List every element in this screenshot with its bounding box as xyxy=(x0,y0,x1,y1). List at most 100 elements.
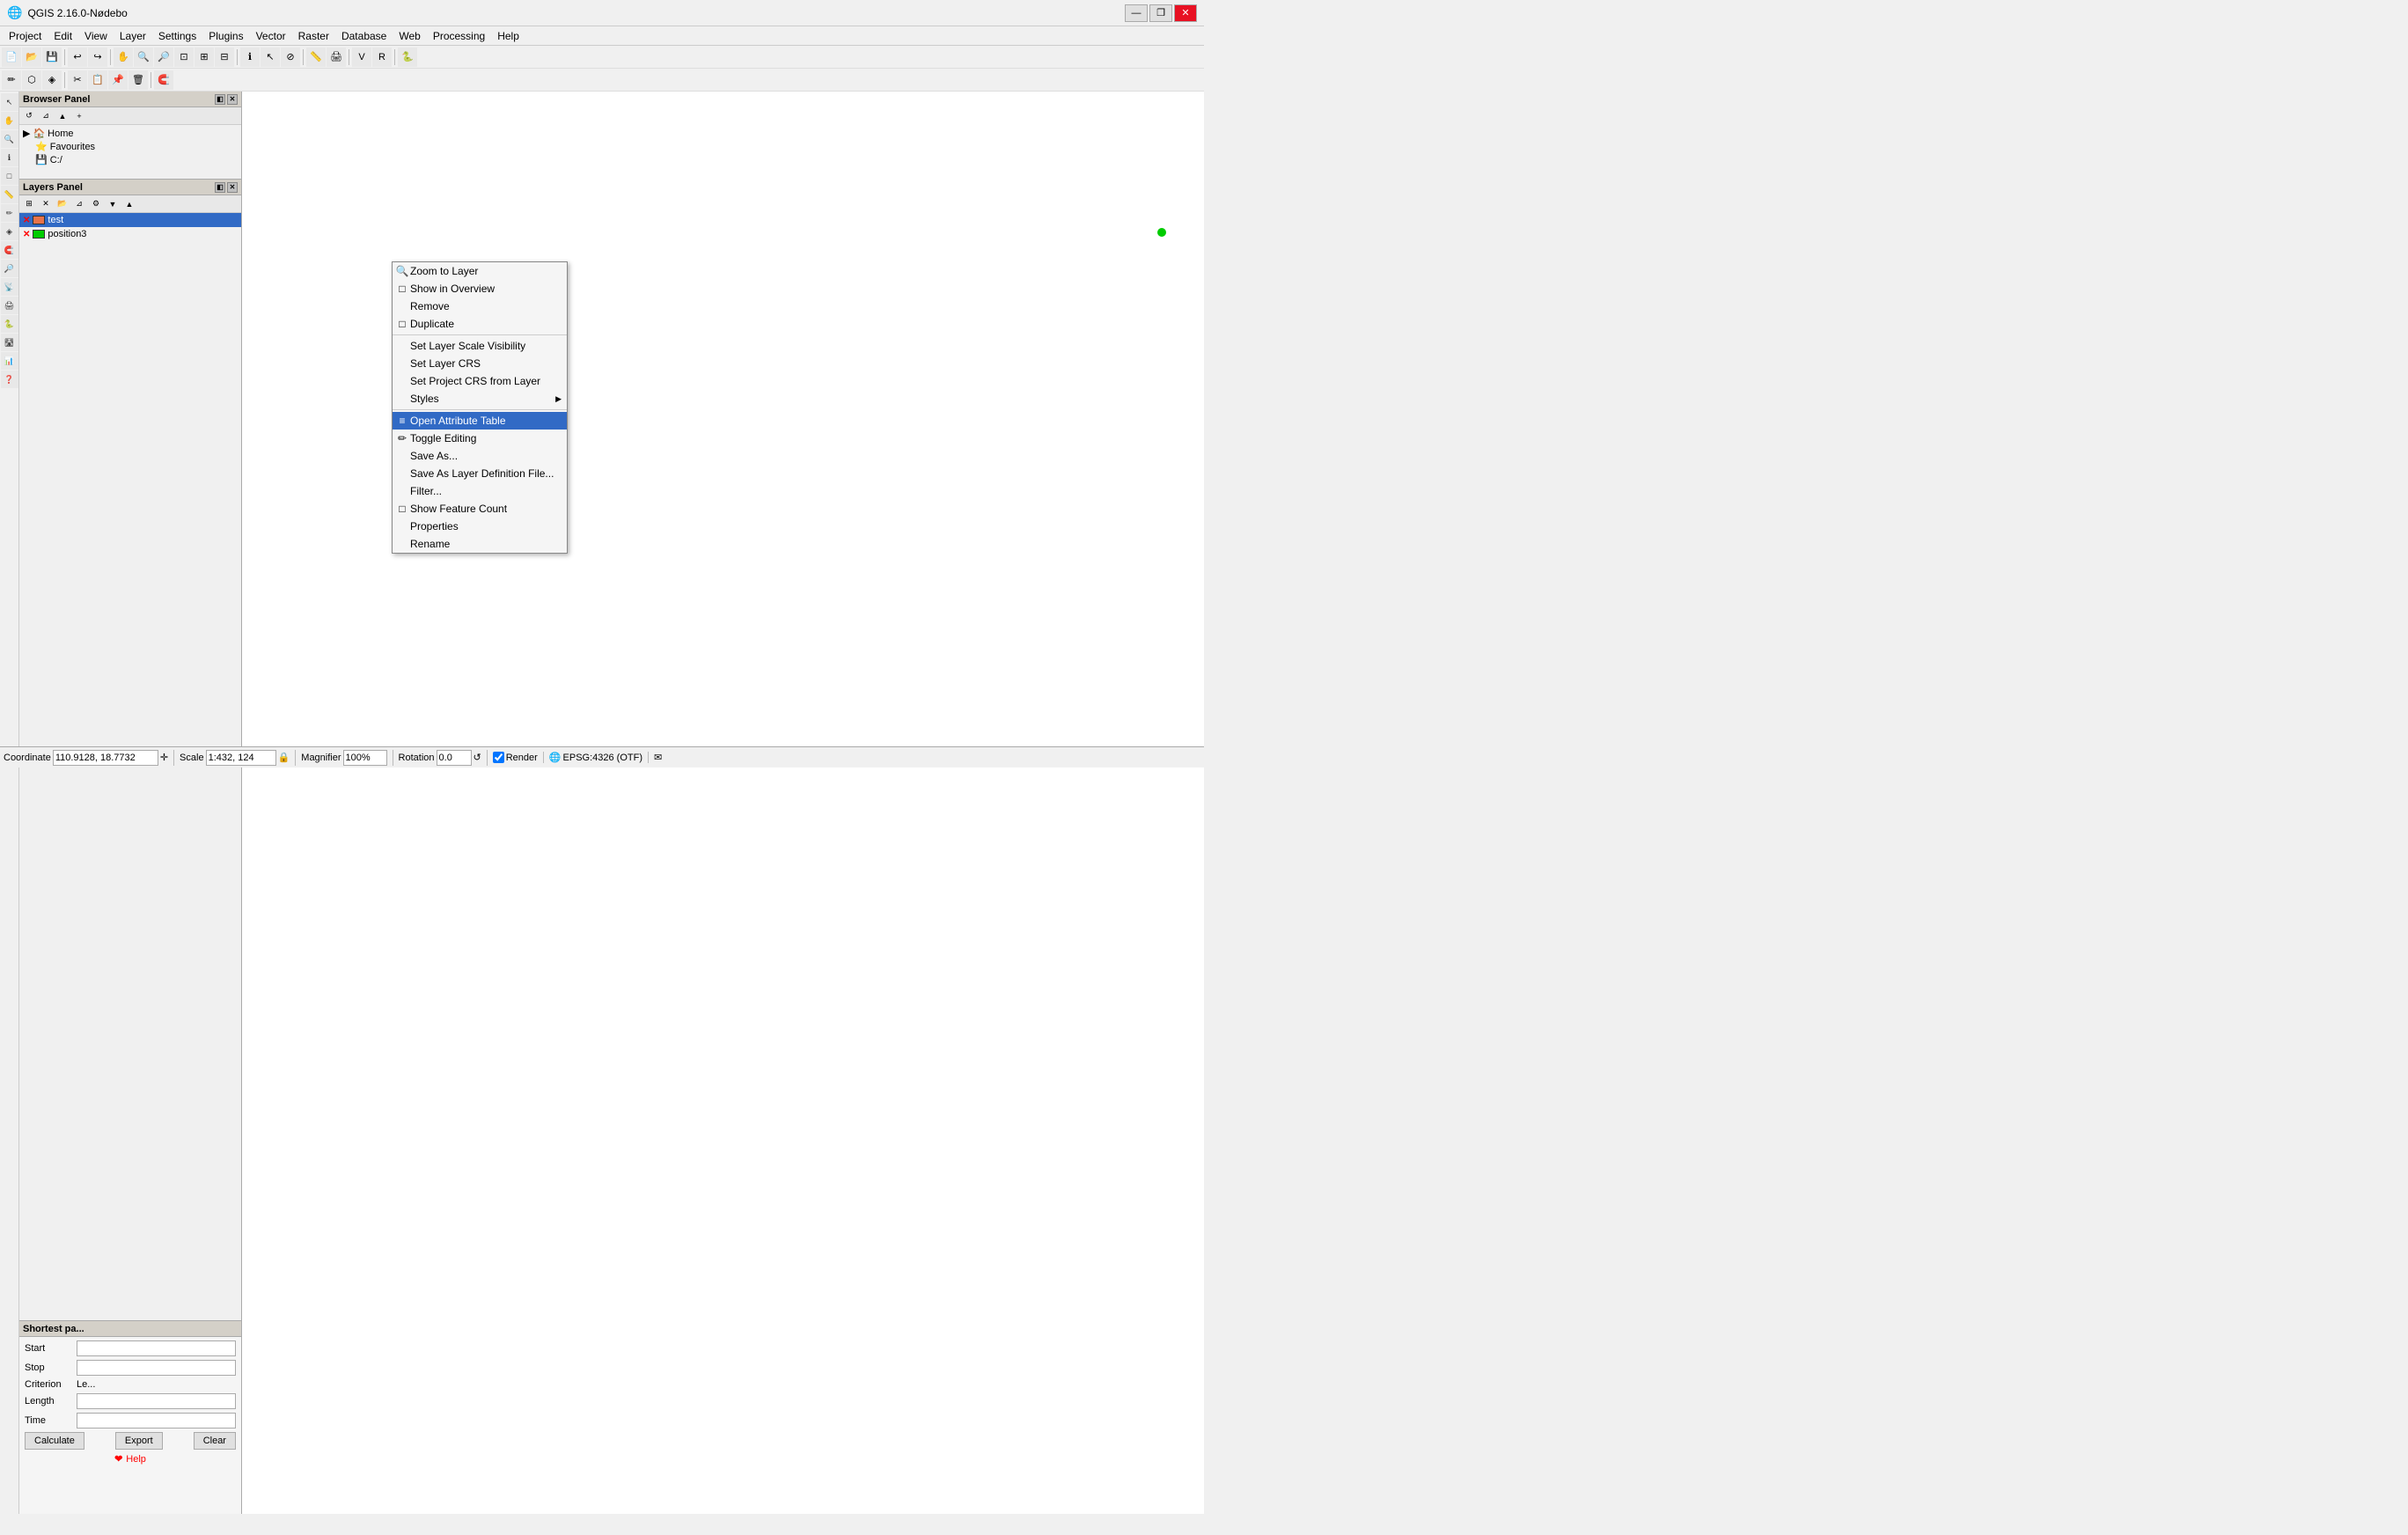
lt-snapping[interactable]: 🧲 xyxy=(1,241,18,259)
lt-search[interactable]: 🔎 xyxy=(1,260,18,277)
add-vector-btn[interactable]: V xyxy=(352,48,371,67)
new-project-btn[interactable]: 📄 xyxy=(2,48,21,67)
browser-refresh-btn[interactable]: ↺ xyxy=(21,108,37,124)
sp-start-input[interactable] xyxy=(77,1340,236,1356)
zoom-out-btn[interactable]: 🔎 xyxy=(154,48,173,67)
ctx-rename[interactable]: Rename xyxy=(393,535,567,553)
browser-close-btn[interactable]: ✕ xyxy=(227,94,238,105)
layers-filter-btn[interactable]: ⊿ xyxy=(71,196,87,212)
coordinate-input[interactable] xyxy=(53,750,158,766)
maximize-button[interactable]: ❐ xyxy=(1149,4,1172,22)
browser-tree-home[interactable]: ▶ 🏠 Home xyxy=(23,127,238,140)
lt-zoom[interactable]: 🔍 xyxy=(1,130,18,148)
lt-spatial[interactable]: 📊 xyxy=(1,352,18,370)
layers-close-btn[interactable]: ✕ xyxy=(227,182,238,193)
digitize-btn[interactable]: ⬡ xyxy=(22,70,41,90)
lt-pointer[interactable]: ↖ xyxy=(1,93,18,111)
lt-routing[interactable]: 🛣 xyxy=(1,334,18,351)
lt-select[interactable]: □ xyxy=(1,167,18,185)
sp-clear-btn[interactable]: Clear xyxy=(194,1432,236,1450)
layers-collapse-btn[interactable]: ▲ xyxy=(121,196,137,212)
browser-filter-btn[interactable]: ⊿ xyxy=(38,108,54,124)
edit-btn[interactable]: ✏ xyxy=(2,70,21,90)
ctx-save-as[interactable]: Save As... xyxy=(393,447,567,465)
sp-calculate-btn[interactable]: Calculate xyxy=(25,1432,84,1450)
lt-digitize[interactable]: ✏ xyxy=(1,204,18,222)
lock-icon[interactable]: 🔒 xyxy=(278,752,290,763)
browser-add-btn[interactable]: + xyxy=(71,108,87,124)
paste-btn[interactable]: 📌 xyxy=(108,70,128,90)
menu-web[interactable]: Web xyxy=(393,28,425,44)
zoom-layer-btn[interactable]: ⊞ xyxy=(195,48,214,67)
browser-tree-favourites[interactable]: ⭐ Favourites xyxy=(23,140,238,153)
cut-btn[interactable]: ✂ xyxy=(68,70,87,90)
redo-btn[interactable]: ↪ xyxy=(88,48,107,67)
lt-pan[interactable]: ✋ xyxy=(1,112,18,129)
minimize-button[interactable]: — xyxy=(1125,4,1148,22)
layers-add-group-btn[interactable]: ⊞ xyxy=(21,196,37,212)
menu-edit[interactable]: Edit xyxy=(48,28,77,44)
select-btn[interactable]: ↖ xyxy=(261,48,280,67)
menu-view[interactable]: View xyxy=(79,28,113,44)
pan-btn[interactable]: ✋ xyxy=(114,48,133,67)
python-btn[interactable]: 🐍 xyxy=(398,48,417,67)
layer-item-position3[interactable]: ✕ position3 xyxy=(19,227,241,241)
ctx-set-layer-scale[interactable]: Set Layer Scale Visibility xyxy=(393,337,567,355)
ctx-toggle-editing[interactable]: ✏ Toggle Editing xyxy=(393,430,567,447)
save-project-btn[interactable]: 💾 xyxy=(42,48,62,67)
layers-expand-btn[interactable]: ▼ xyxy=(105,196,121,212)
menu-plugins[interactable]: Plugins xyxy=(203,28,248,44)
layers-control-btn[interactable]: ⚙ xyxy=(88,196,104,212)
identify-btn[interactable]: ℹ xyxy=(240,48,260,67)
lt-print[interactable]: 🖨 xyxy=(1,297,18,314)
ctx-set-project-crs[interactable]: Set Project CRS from Layer xyxy=(393,372,567,390)
lt-identify[interactable]: ℹ xyxy=(1,149,18,166)
zoom-full-btn[interactable]: ⊡ xyxy=(174,48,194,67)
rotation-input[interactable] xyxy=(437,750,472,766)
scale-input[interactable] xyxy=(206,750,276,766)
open-project-btn[interactable]: 📂 xyxy=(22,48,41,67)
menu-settings[interactable]: Settings xyxy=(153,28,202,44)
browser-tree-c-drive[interactable]: 💾 C:/ xyxy=(23,153,238,166)
ctx-zoom-to-layer[interactable]: 🔍 Zoom to Layer xyxy=(393,262,567,280)
zoom-selection-btn[interactable]: ⊟ xyxy=(215,48,234,67)
ctx-duplicate[interactable]: □ Duplicate xyxy=(393,315,567,333)
menu-vector[interactable]: Vector xyxy=(251,28,291,44)
deselect-btn[interactable]: ⊘ xyxy=(281,48,300,67)
lt-gps[interactable]: 📡 xyxy=(1,278,18,296)
menu-project[interactable]: Project xyxy=(4,28,47,44)
ctx-open-attribute-table[interactable]: ≡ Open Attribute Table xyxy=(393,412,567,430)
ctx-set-layer-crs[interactable]: Set Layer CRS xyxy=(393,355,567,372)
ctx-remove[interactable]: Remove xyxy=(393,297,567,315)
ctx-save-as-def[interactable]: Save As Layer Definition File... xyxy=(393,465,567,482)
delete-btn[interactable]: 🗑 xyxy=(128,70,148,90)
ctx-show-in-overview[interactable]: □ Show in Overview xyxy=(393,280,567,297)
lt-measure[interactable]: 📏 xyxy=(1,186,18,203)
menu-help[interactable]: Help xyxy=(492,28,525,44)
lt-help[interactable]: ❓ xyxy=(1,371,18,388)
map-area[interactable]: 🔍 Zoom to Layer □ Show in Overview Remov… xyxy=(242,92,1204,1514)
ctx-properties[interactable]: Properties xyxy=(393,518,567,535)
epsg-label[interactable]: EPSG:4326 (OTF) xyxy=(563,753,642,763)
copy-btn[interactable]: 📋 xyxy=(88,70,107,90)
lt-node[interactable]: ◈ xyxy=(1,223,18,240)
browser-float-btn[interactable]: ◧ xyxy=(215,94,225,105)
zoom-in-btn[interactable]: 🔍 xyxy=(134,48,153,67)
menu-processing[interactable]: Processing xyxy=(428,28,490,44)
ctx-filter[interactable]: Filter... xyxy=(393,482,567,500)
sp-export-btn[interactable]: Export xyxy=(115,1432,163,1450)
menu-layer[interactable]: Layer xyxy=(114,28,151,44)
layers-float-btn[interactable]: ◧ xyxy=(215,182,225,193)
close-button[interactable]: ✕ xyxy=(1174,4,1197,22)
lt-python[interactable]: 🐍 xyxy=(1,315,18,333)
measure-btn[interactable]: 📏 xyxy=(306,48,326,67)
ctx-show-feature-count[interactable]: □ Show Feature Count xyxy=(393,500,567,518)
layers-open-btn[interactable]: 📂 xyxy=(55,196,70,212)
sp-stop-input[interactable] xyxy=(77,1360,236,1376)
print-btn[interactable]: 🖨 xyxy=(327,48,346,67)
magnifier-input[interactable] xyxy=(343,750,387,766)
menu-database[interactable]: Database xyxy=(336,28,392,44)
undo-btn[interactable]: ↩ xyxy=(68,48,87,67)
layer-item-test[interactable]: ✕ test xyxy=(19,213,241,227)
snap-btn[interactable]: 🧲 xyxy=(154,70,173,90)
